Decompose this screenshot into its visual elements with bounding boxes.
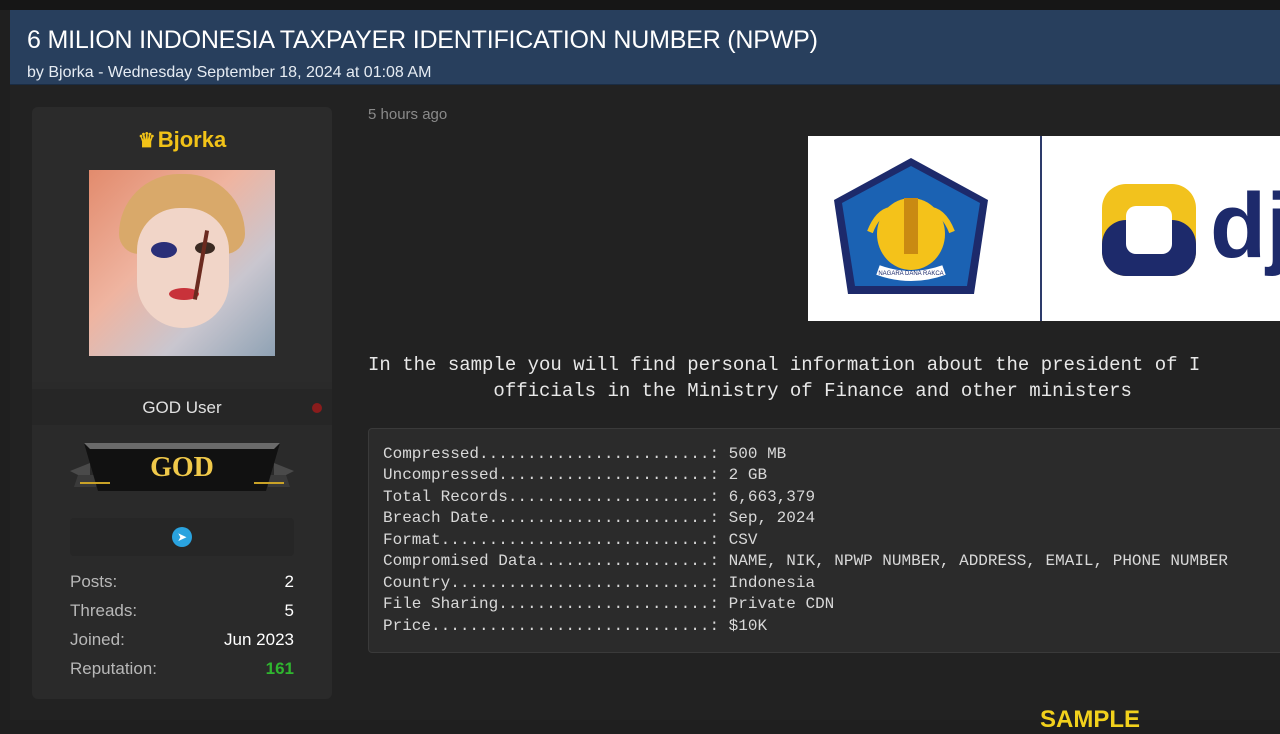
detail-uncompressed: Uncompressed......................: 2 GB xyxy=(383,466,768,484)
author-username[interactable]: ♛Bjorka xyxy=(32,127,332,153)
author-rank-row: GOD User xyxy=(32,389,332,425)
ministry-seal-icon: NAGARA DANA RAKCA xyxy=(834,158,988,294)
stat-threads: Threads: 5 xyxy=(70,601,294,620)
author-username-label: Bjorka xyxy=(157,127,227,152)
intro-line-2: officials in the Ministry of Finance and… xyxy=(368,380,1132,402)
post-intro-text: In the sample you will find personal inf… xyxy=(368,352,1280,404)
author-rank: GOD User xyxy=(142,398,222,417)
intro-line-1: In the sample you will find personal inf… xyxy=(368,354,1201,376)
thread-byline: by Bjorka - Wednesday September 18, 2024… xyxy=(27,64,432,81)
detail-format: Format............................: CSV xyxy=(383,531,758,549)
crown-icon: ♛ xyxy=(137,130,156,152)
svg-text:NAGARA DANA RAKCA: NAGARA DANA RAKCA xyxy=(878,271,943,277)
top-strip xyxy=(0,0,1280,10)
stat-reputation: Reputation: 161 xyxy=(70,659,294,678)
post-timestamp: 5 hours ago xyxy=(368,106,448,123)
detail-country: Country...........................: Indo… xyxy=(383,574,816,592)
telegram-contact[interactable]: ➤ xyxy=(70,518,294,556)
god-badge-text: GOD xyxy=(150,452,214,483)
detail-price: Price.............................: $10K xyxy=(383,617,768,635)
post-banner-image: NAGARA DANA RAKCA dj xyxy=(808,136,1280,321)
stat-posts: Posts: 2 xyxy=(70,572,294,591)
thread-header: 6 MILION INDONESIA TAXPAYER IDENTIFICATI… xyxy=(10,10,1280,85)
detail-total-records: Total Records.....................: 6,66… xyxy=(383,488,816,506)
god-rank-badge: GOD xyxy=(70,443,294,491)
offline-status-icon xyxy=(312,403,322,413)
dj-logo-icon xyxy=(1102,184,1196,276)
banner-dj-text: dj xyxy=(1210,175,1280,277)
detail-compressed: Compressed........................: 500 … xyxy=(383,445,787,463)
detail-breach-date: Breach Date.......................: Sep,… xyxy=(383,509,816,527)
avatar[interactable] xyxy=(89,170,275,356)
telegram-icon[interactable]: ➤ xyxy=(172,527,192,547)
sample-heading: SAMPLE xyxy=(1040,706,1141,733)
breach-details-codebox: Compressed........................: 500 … xyxy=(368,428,1280,653)
detail-compromised-data: Compromised Data..................: NAME… xyxy=(383,552,1228,570)
thread-title: 6 MILION INDONESIA TAXPAYER IDENTIFICATI… xyxy=(27,26,818,54)
author-profile-block: ♛Bjorka xyxy=(32,107,332,382)
stat-joined: Joined: Jun 2023 xyxy=(70,630,294,649)
author-sidebar: ♛Bjorka GOD User GOD ➤ Posts: 2 Threads: xyxy=(32,107,332,699)
detail-file-sharing: File Sharing......................: Priv… xyxy=(383,595,835,613)
